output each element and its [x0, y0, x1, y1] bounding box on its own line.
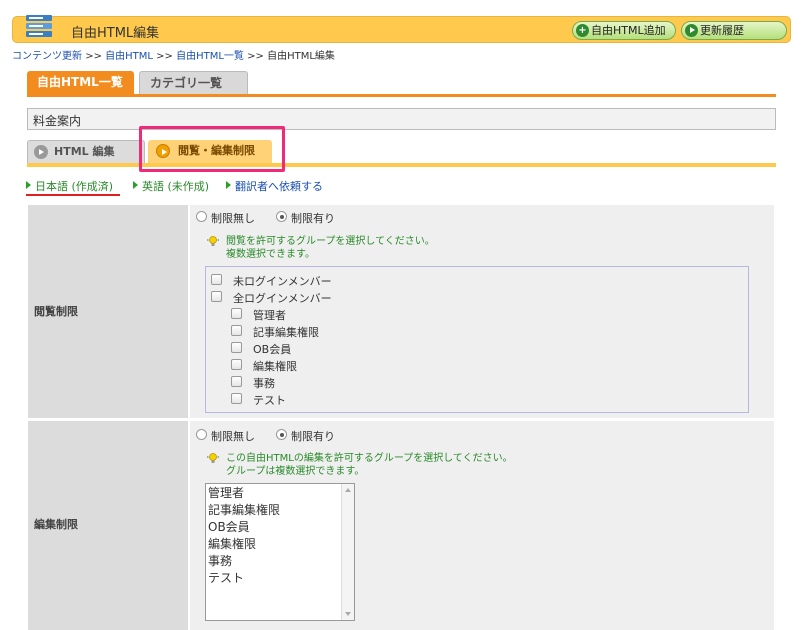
checkbox — [211, 274, 222, 285]
radio-button — [196, 429, 207, 440]
view-radio-restricted[interactable]: 制限有り — [276, 210, 335, 226]
view-hint: 閲覧を許可するグループを選択してください。 複数選択できます。 — [206, 235, 435, 261]
breadcrumb-link-contents[interactable]: コンテンツ更新 — [12, 51, 82, 62]
list-item[interactable]: 編集権限 — [208, 536, 352, 553]
breadcrumb-link-free-html[interactable]: 自由HTML — [105, 51, 153, 62]
breadcrumb-sep: >> — [156, 51, 173, 62]
checkbox — [231, 376, 242, 387]
view-radio-none[interactable]: 制限無し — [196, 210, 255, 226]
add-free-html-label: 自由HTML追加 — [591, 24, 666, 37]
edit-hint-line1: この自由HTMLの編集を許可するグループを選択してください。 — [226, 453, 513, 464]
edit-group-listbox[interactable]: 管理者 記事編集権限 OB会員 編集権限 事務 テスト — [205, 483, 355, 621]
content-stack-icon — [26, 15, 52, 37]
checkbox — [211, 291, 222, 302]
checkbox-label: 記事編集権限 — [253, 326, 319, 339]
checkbox-label: テスト — [253, 394, 286, 407]
update-history-button[interactable]: 更新履歴 — [681, 21, 787, 40]
edit-radio-none[interactable]: 制限無し — [196, 428, 255, 444]
radio-label: 制限有り — [291, 212, 335, 225]
checkbox — [231, 308, 242, 319]
view-group-checkbox[interactable]: OB会員 — [231, 341, 291, 357]
listbox-scrollbar[interactable] — [341, 484, 354, 620]
header-bar: 自由HTML編集 + 自由HTML追加 更新履歴 — [12, 15, 791, 43]
highlight-box — [139, 126, 285, 172]
lang-english-link[interactable]: 英語 (未作成) — [133, 178, 209, 194]
update-history-label: 更新履歴 — [700, 24, 744, 37]
radio-label: 制限無し — [211, 212, 255, 225]
checkbox-label: 未ログインメンバー — [233, 275, 332, 288]
active-lang-underline — [26, 194, 120, 196]
tab-category-list[interactable]: カテゴリ一覧 — [139, 71, 248, 95]
breadcrumb-sep: >> — [85, 51, 102, 62]
radio-button-selected — [276, 211, 287, 222]
breadcrumb: コンテンツ更新 >> 自由HTML >> 自由HTML一覧 >> 自由HTML編… — [12, 47, 335, 62]
edit-restriction-label-cell: 編集制限 — [28, 421, 188, 630]
lang-japanese-link[interactable]: 日本語 (作成済) — [26, 178, 113, 194]
lightbulb-icon — [207, 236, 219, 246]
request-translator-link[interactable]: 翻訳者へ依頼する — [226, 178, 323, 194]
edit-radio-restricted[interactable]: 制限有り — [276, 428, 335, 444]
radio-button-selected — [276, 429, 287, 440]
checkbox — [231, 325, 242, 336]
tab-free-html-list[interactable]: 自由HTML一覧 — [27, 71, 134, 95]
view-group-checkbox[interactable]: 未ログインメンバー — [211, 273, 332, 289]
view-hint-line1: 閲覧を許可するグループを選択してください。 — [226, 236, 435, 247]
list-item[interactable]: 事務 — [208, 553, 352, 570]
scroll-up-arrow-icon[interactable] — [345, 488, 351, 492]
checkbox-label: 全ログインメンバー — [233, 292, 332, 305]
checkbox-label: 編集権限 — [253, 360, 297, 373]
list-item[interactable]: テスト — [208, 570, 352, 587]
radio-label: 制限有り — [291, 430, 335, 443]
view-group-checkbox[interactable]: 事務 — [231, 375, 275, 391]
scroll-down-arrow-icon[interactable] — [345, 612, 351, 616]
view-group-checkbox[interactable]: 全ログインメンバー — [211, 290, 332, 306]
page-title: 自由HTML編集 — [71, 26, 160, 41]
plus-icon: + — [576, 24, 589, 37]
breadcrumb-sep: >> — [247, 51, 264, 62]
view-group-checkbox[interactable]: テスト — [231, 392, 286, 408]
tab-html-edit[interactable]: HTML 編集 — [27, 140, 145, 164]
checkbox-label: 事務 — [253, 377, 275, 390]
breadcrumb-link-free-html-list[interactable]: 自由HTML一覧 — [176, 51, 244, 62]
list-item[interactable]: 記事編集権限 — [208, 502, 352, 519]
breadcrumb-current: 自由HTML編集 — [267, 51, 335, 62]
add-free-html-button[interactable]: + 自由HTML追加 — [572, 21, 676, 40]
checkbox-label: OB会員 — [253, 343, 292, 356]
checkbox — [231, 342, 242, 353]
play-icon — [685, 24, 698, 37]
checkbox — [231, 359, 242, 370]
checkbox — [231, 393, 242, 404]
play-icon — [34, 145, 48, 159]
tab-html-edit-label: HTML 編集 — [54, 145, 115, 158]
tab-underline — [27, 94, 776, 97]
view-restriction-label: 閲覧制限 — [34, 305, 78, 318]
view-hint-line2: 複数選択できます。 — [226, 249, 315, 260]
view-group-checkbox[interactable]: 記事編集権限 — [231, 324, 319, 340]
checkbox-label: 管理者 — [253, 309, 286, 322]
list-item[interactable]: OB会員 — [208, 519, 352, 536]
view-group-checkbox[interactable]: 編集権限 — [231, 358, 297, 374]
radio-label: 制限無し — [211, 430, 255, 443]
view-restriction-label-cell: 閲覧制限 — [28, 205, 188, 418]
edit-restriction-label: 編集制限 — [34, 518, 78, 531]
lightbulb-icon — [207, 453, 219, 463]
edit-hint: この自由HTMLの編集を許可するグループを選択してください。 グループは複数選択… — [206, 452, 513, 478]
list-item[interactable]: 管理者 — [208, 485, 352, 502]
edit-hint-line2: グループは複数選択できます。 — [226, 466, 365, 477]
view-group-checkbox[interactable]: 管理者 — [231, 307, 286, 323]
radio-button — [196, 211, 207, 222]
